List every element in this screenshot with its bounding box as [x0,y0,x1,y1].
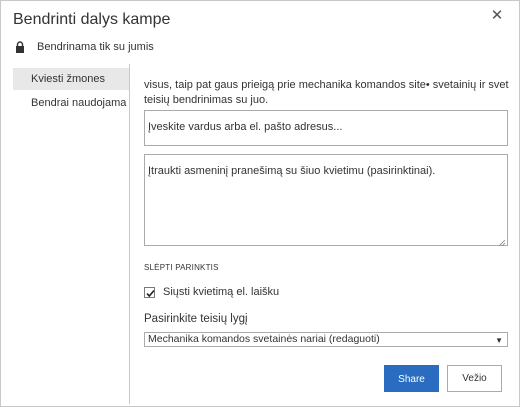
permission-select[interactable]: Mechanika komandos svetainės nariai (red… [144,332,508,347]
cancel-button[interactable]: Vežio [447,365,502,392]
description-line-1: visus, taip pat gaus prieigą prie mechan… [144,79,509,91]
message-placeholder: Įtraukti asmeninį pranešimą su šiuo kvie… [148,165,436,177]
send-email-checkbox[interactable] [144,286,155,298]
resize-grip-icon[interactable] [498,237,506,247]
share-dialog: Bendrinti dalys kampe ✕ Bendrinama tik s… [0,0,520,407]
sharing-status: Bendrinama tik su jumis [15,41,154,53]
chevron-down-icon: ▼ [495,336,503,345]
nav-item-invite-people[interactable]: Kviesti žmones [13,68,129,90]
description-line-2: teisių bendrinimas su juo. [144,94,269,106]
permission-select-value: Mechanika komandos svetainės nariai (red… [148,333,380,345]
send-email-label: Siųsti kvietimą el. laišku [163,286,280,298]
invite-description: visus, taip pat gaus prieigą prie mechan… [144,78,509,108]
personal-message-field[interactable]: Įtraukti asmeninį pranešimą su šiuo kvie… [144,154,508,247]
people-picker-input[interactable]: Įveskite vardus arba el. pašto adresus..… [144,110,508,146]
hide-options-link[interactable]: SLĖPTI PARINKTIS [144,263,219,272]
left-nav [1,64,130,404]
send-email-option[interactable]: Siųsti kvietimą el. laišku [144,286,279,298]
permission-label: Pasirinkite teisių lygį [144,313,248,325]
share-button[interactable]: Share [384,365,439,392]
sharing-status-text: Bendrinama tik su jumis [37,41,154,53]
close-icon[interactable]: ✕ [489,8,505,24]
dialog-title: Bendrinti dalys kampe [13,11,171,28]
lock-icon [15,41,25,53]
nav-item-shared-with[interactable]: Bendrai naudojama su [13,92,129,114]
